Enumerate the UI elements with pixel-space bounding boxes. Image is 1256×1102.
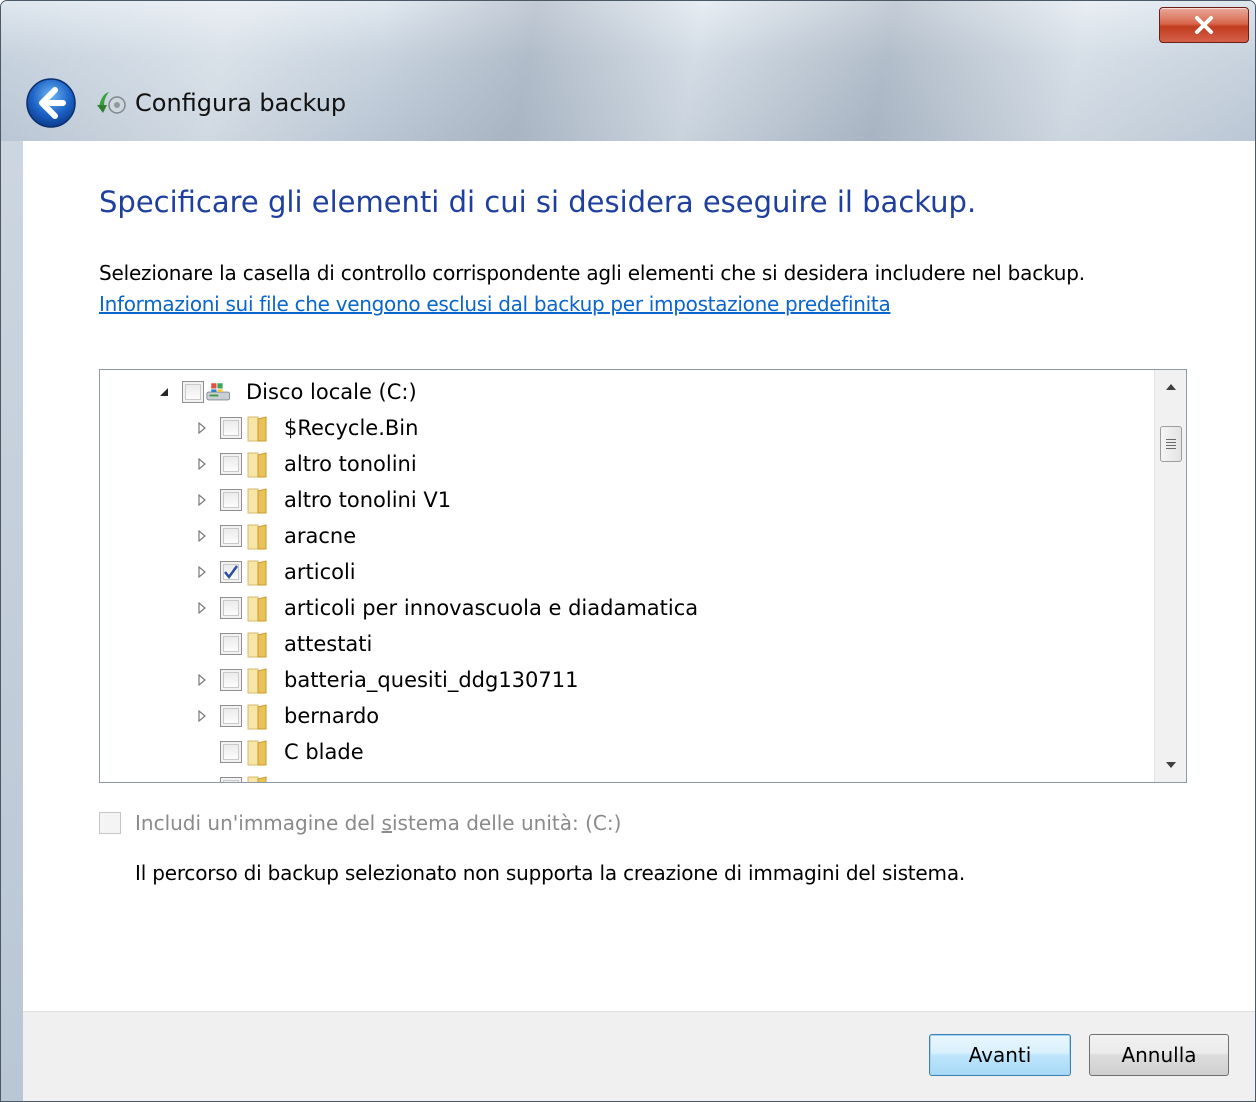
tree-item[interactable]: altro tonolini [194, 446, 417, 482]
backup-items-tree[interactable]: Disco locale (C:) $Recycle.Bin altro tonol… [99, 369, 1187, 783]
wizard-footer: Avanti Annulla [23, 1011, 1255, 1101]
folder-icon [247, 596, 267, 622]
excluded-files-info-link[interactable]: Informazioni sui file che vengono esclus… [99, 292, 891, 316]
no-arrow-spacer [194, 744, 210, 760]
close-button[interactable] [1159, 7, 1249, 43]
page-heading: Specificare gli elementi di cui si desid… [99, 185, 977, 219]
back-arrow-icon [26, 78, 76, 128]
wizard-header: Configura backup [25, 77, 347, 129]
folder-icon [247, 452, 267, 478]
system-image-label: Includi un'immagine del sistema delle un… [135, 811, 622, 835]
expand-arrow-icon[interactable] [194, 456, 210, 472]
wizard-content: Specificare gli elementi di cui si desid… [23, 141, 1255, 1011]
folder-icon [247, 668, 267, 694]
tree-item[interactable]: articoli [194, 554, 356, 590]
tree-item-label: attestati [284, 632, 373, 656]
tree-item-root[interactable]: Disco locale (C:) [156, 374, 417, 410]
system-image-checkbox[interactable] [99, 812, 121, 834]
drive-icon [206, 383, 231, 401]
tree-item[interactable]: bernardo [194, 698, 379, 734]
folder-icon [247, 416, 267, 442]
tree-item-label: articoli [284, 560, 356, 584]
checkbox[interactable] [220, 597, 242, 619]
expand-arrow-icon[interactable] [194, 420, 210, 436]
checkmark-icon [224, 565, 239, 580]
tree-item[interactable]: batteria_quesiti_ddg130711 [194, 662, 578, 698]
folder-icon [247, 560, 267, 586]
expand-arrow-icon[interactable] [194, 492, 210, 508]
checkbox-checked[interactable] [220, 561, 242, 583]
tree-item-label: altro tonolini V1 [284, 488, 452, 512]
checkbox[interactable] [220, 633, 242, 655]
expand-arrow-icon[interactable] [194, 600, 210, 616]
expand-arrow-icon[interactable] [194, 708, 210, 724]
backup-wizard-window: Configura backup Specificare gli element… [0, 0, 1256, 1102]
folder-icon [247, 524, 267, 550]
tree-item-label: articoli per innovascuola e diadamatica [284, 596, 699, 620]
scroll-thumb[interactable] [1160, 426, 1182, 462]
window-title: Configura backup [135, 89, 347, 117]
checkbox[interactable] [220, 705, 242, 727]
expand-arrow-icon[interactable] [194, 564, 210, 580]
close-icon [1195, 16, 1213, 34]
folder-icon [247, 776, 267, 782]
system-image-note: Il percorso di backup selezionato non su… [135, 861, 966, 885]
scroll-down-button[interactable] [1155, 748, 1186, 782]
expand-arrow-icon[interactable] [194, 528, 210, 544]
cancel-button[interactable]: Annulla [1089, 1034, 1229, 1076]
back-button[interactable] [25, 77, 77, 129]
no-arrow-spacer [194, 780, 210, 782]
tree-scrollbar[interactable] [1154, 370, 1186, 782]
tree-item[interactable]: articoli per innovascuola e diadamatica [194, 590, 698, 626]
tree-item-label: C blade [284, 740, 364, 764]
checkbox[interactable] [220, 489, 242, 511]
checkbox[interactable] [220, 777, 242, 782]
tree-item[interactable]: aracne [194, 518, 356, 554]
tree-item[interactable]: altro tonolini V1 [194, 482, 451, 518]
tree-item-partial [194, 770, 272, 782]
scroll-up-arrow-icon [1166, 384, 1176, 390]
checkbox[interactable] [220, 417, 242, 439]
tree-item-label: $Recycle.Bin [284, 416, 419, 440]
system-image-option[interactable]: Includi un'immagine del sistema delle un… [99, 811, 621, 835]
folder-icon [247, 488, 267, 514]
checkbox[interactable] [220, 453, 242, 475]
scroll-up-button[interactable] [1155, 370, 1186, 404]
checkbox[interactable] [220, 669, 242, 691]
collapse-arrow-icon[interactable] [156, 384, 172, 400]
folder-icon [247, 740, 267, 766]
tree-item-label: bernardo [284, 704, 380, 728]
tree-item-label: Disco locale (C:) [246, 380, 417, 404]
scroll-down-arrow-icon [1166, 762, 1176, 768]
tree-item[interactable]: C blade [194, 734, 364, 770]
checkbox[interactable] [220, 741, 242, 763]
instruction-text: Selezionare la casella di controllo corr… [99, 261, 1085, 285]
next-button[interactable]: Avanti [929, 1034, 1071, 1076]
tree-item[interactable]: attestati [194, 626, 372, 662]
folder-icon [247, 704, 267, 730]
no-arrow-spacer [194, 636, 210, 652]
tree-item[interactable]: $Recycle.Bin [194, 410, 418, 446]
checkbox[interactable] [220, 525, 242, 547]
expand-arrow-icon[interactable] [194, 672, 210, 688]
backup-app-icon [97, 92, 126, 114]
tree-item-label: altro tonolini [284, 452, 417, 476]
checkbox[interactable] [182, 381, 204, 403]
tree-item-label: batteria_quesiti_ddg130711 [284, 668, 579, 692]
tree-item-label: aracne [284, 524, 357, 548]
folder-icon [247, 632, 267, 658]
